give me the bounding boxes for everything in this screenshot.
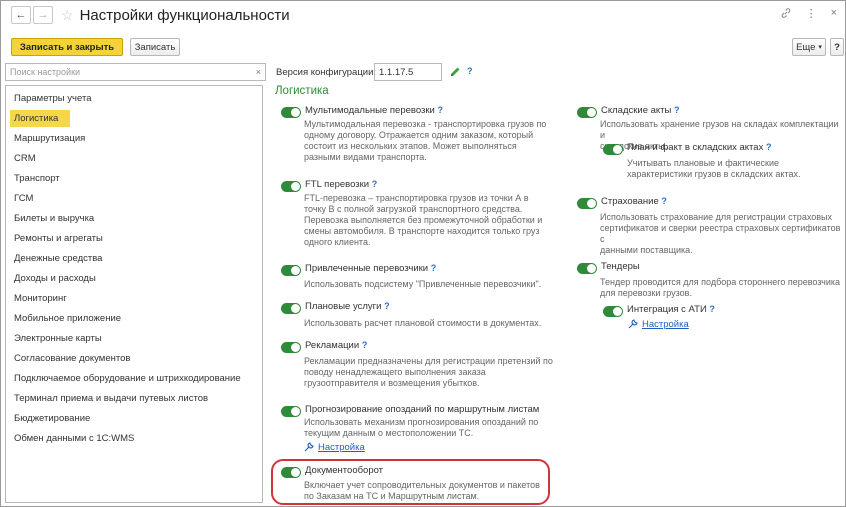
title-bar: ← → ☆ Настройки функциональности ⋮ × [1, 1, 845, 29]
sidebar-item-approval[interactable]: Согласование документов [10, 350, 130, 367]
link-icon[interactable] [780, 7, 792, 19]
ati-label: Интеграция с АТИ ? [627, 304, 715, 315]
help-icon[interactable]: ? [709, 304, 715, 314]
more-button[interactable]: Еще ▾ [792, 38, 826, 56]
planned-label: Плановые услуги ? [305, 301, 390, 312]
forward-button[interactable]: → [33, 6, 53, 24]
sidebar-item-transport[interactable]: Транспорт [10, 170, 60, 187]
forecast-toggle[interactable] [281, 406, 301, 417]
sidebar-item-cards[interactable]: Электронные карты [10, 330, 102, 347]
carriers-desc: Использовать подсистему "Привлеченные пе… [304, 279, 542, 289]
sidebar: Параметры учета Логистика Маршрутизация … [5, 85, 263, 503]
sidebar-item-tickets[interactable]: Билеты и выручка [10, 210, 94, 227]
clear-icon[interactable]: × [256, 67, 261, 77]
pencil-icon[interactable] [447, 64, 463, 80]
help-icon[interactable]: ? [437, 105, 443, 115]
sidebar-item-routing[interactable]: Маршрутизация [10, 130, 85, 147]
claims-desc: Рекламации предназначены для регистрации… [304, 356, 553, 388]
chevron-down-icon: ▾ [818, 44, 822, 51]
ftl-toggle[interactable] [281, 181, 301, 192]
window-controls: ⋮ × [780, 7, 837, 20]
help-icon[interactable]: ? [661, 196, 667, 206]
back-button[interactable]: ← [11, 6, 31, 24]
insurance-label: Страхование ? [601, 196, 667, 207]
claims-toggle[interactable] [281, 342, 301, 353]
close-icon[interactable]: × [831, 7, 837, 20]
page-title: Настройки функциональности [79, 6, 290, 24]
tenders-toggle[interactable] [577, 263, 597, 274]
carriers-label: Привлеченные перевозчики ? [305, 263, 437, 274]
sidebar-item-crm[interactable]: CRM [10, 150, 36, 167]
tenders-label: Тендеры [601, 261, 640, 272]
more-button-label: Еще [796, 41, 816, 53]
save-and-close-button[interactable]: Записать и закрыть [11, 38, 123, 56]
multimodal-toggle[interactable] [281, 107, 301, 118]
planfact-toggle[interactable] [603, 144, 623, 155]
forecast-settings-link[interactable]: Настройка [318, 442, 365, 453]
ati-settings-link[interactable]: Настройка [642, 319, 689, 330]
multimodal-label: Мультимодальные перевозки ? [305, 105, 443, 116]
version-help-icon[interactable]: ? [467, 66, 473, 76]
version-field[interactable]: 1.1.17.5 [374, 63, 442, 81]
forecast-label: Прогнозирование опозданий по маршрутным … [305, 404, 540, 415]
insurance-desc: Использовать страхование для регистрации… [600, 212, 841, 255]
ftl-label: FTL перевозки ? [305, 179, 378, 190]
help-button[interactable]: ? [830, 38, 844, 56]
sidebar-item-equipment[interactable]: Подключаемое оборудование и штрихкодиров… [10, 370, 241, 387]
ati-toggle[interactable] [603, 306, 623, 317]
arrow-left-icon: ← [15, 9, 27, 21]
claims-label: Рекламации ? [305, 340, 368, 351]
arrow-right-icon: → [37, 9, 49, 21]
sidebar-item-money[interactable]: Денежные средства [10, 250, 102, 267]
sidebar-item-mobile[interactable]: Мобильное приложение [10, 310, 121, 327]
sidebar-item-fuel[interactable]: ГСМ [10, 190, 33, 207]
help-icon[interactable]: ? [372, 179, 378, 189]
more-vertical-icon[interactable]: ⋮ [806, 7, 817, 20]
warehouse-label: Складские акты ? [601, 105, 680, 116]
sidebar-item-wms[interactable]: Обмен данными с 1С:WMS [10, 430, 134, 447]
help-icon[interactable]: ? [674, 105, 680, 115]
search-placeholder: Поиск настройки [10, 67, 81, 77]
wrench-icon [304, 442, 314, 452]
sidebar-item-monitoring[interactable]: Мониторинг [10, 290, 67, 307]
sidebar-item-repairs[interactable]: Ремонты и агрегаты [10, 230, 103, 247]
warehouse-toggle[interactable] [577, 107, 597, 118]
search-input[interactable]: Поиск настройки × [5, 63, 266, 81]
sidebar-item-budget[interactable]: Бюджетирование [10, 410, 90, 427]
wrench-icon [628, 319, 638, 329]
planned-desc: Использовать расчет плановой стоимости в… [304, 318, 542, 328]
sidebar-item-income[interactable]: Доходы и расходы [10, 270, 96, 287]
sidebar-item-logistics[interactable]: Логистика [10, 110, 70, 127]
settings-window: ← → ☆ Настройки функциональности ⋮ × Зап… [0, 0, 846, 507]
star-icon[interactable]: ☆ [61, 7, 74, 24]
tenders-desc: Тендер проводится для подбора стороннего… [600, 277, 840, 298]
help-icon[interactable]: ? [384, 301, 390, 311]
carriers-toggle[interactable] [281, 265, 301, 276]
save-button[interactable]: Записать [130, 38, 180, 56]
search-row: Поиск настройки × Версия конфигурации: 1… [1, 63, 845, 83]
help-icon[interactable]: ? [766, 142, 772, 152]
ftl-desc: FTL-перевозка – транспортировка грузов и… [304, 193, 543, 247]
help-icon[interactable]: ? [431, 263, 437, 273]
planfact-desc: Учитывать плановые и фактические характер… [627, 158, 801, 179]
version-label: Версия конфигурации: [276, 67, 377, 78]
highlight-frame [271, 459, 550, 505]
multimodal-desc: Мультимодальная перевозка - транспортиро… [304, 119, 547, 162]
sidebar-item-params[interactable]: Параметры учета [10, 90, 91, 107]
planfact-label: План и факт в складских актах ? [627, 142, 772, 153]
toolbar: Записать и закрыть Записать Еще ▾ ? [1, 33, 845, 57]
insurance-toggle[interactable] [577, 198, 597, 209]
forecast-desc: Использовать механизм прогнозирования оп… [304, 417, 539, 438]
help-icon[interactable]: ? [362, 340, 368, 350]
section-title: Логистика [275, 85, 329, 97]
planned-toggle[interactable] [281, 303, 301, 314]
sidebar-item-terminal[interactable]: Терминал приема и выдачи путевых листов [10, 390, 208, 407]
